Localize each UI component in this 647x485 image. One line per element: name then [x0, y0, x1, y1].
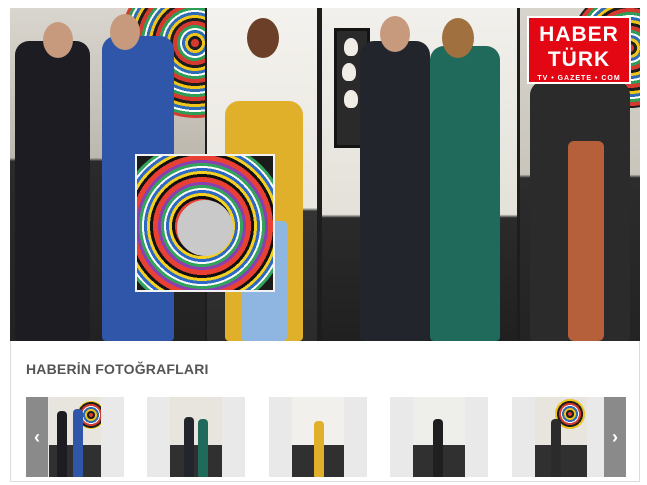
artwork-closeup-inset [135, 154, 275, 292]
person-head [247, 18, 279, 58]
logo-wordmark: HABER TÜRK [539, 23, 619, 71]
person-figure [430, 46, 500, 341]
skull-artwork [344, 90, 358, 108]
person-figure [57, 411, 67, 477]
thumbnail-image [170, 397, 222, 477]
skull-artwork [344, 38, 358, 56]
person-figure [433, 419, 443, 477]
thumbnail-image [413, 397, 465, 477]
thumbnail-image [535, 397, 587, 477]
main-photo-collage[interactable]: HABER TÜRK TV • GAZETE • COM [10, 8, 640, 341]
collage-panel-3 [322, 8, 517, 341]
thumbnail-strip [26, 397, 626, 477]
person-scarf [568, 141, 604, 341]
person-figure [198, 419, 208, 477]
gallery-thumbnail-3[interactable] [269, 397, 367, 477]
person-figure [184, 417, 194, 477]
person-figure [314, 421, 324, 477]
gallery-title: HABERİN FOTOĞRAFLARI [26, 361, 209, 377]
chevron-right-icon: › [612, 426, 618, 447]
news-photo-widget: HABER TÜRK TV • GAZETE • COM HABERİN FOT… [10, 8, 640, 482]
logo-tagline: TV • GAZETE • COM [537, 75, 621, 82]
artwork-center [177, 200, 233, 256]
gallery-thumbnail-4[interactable] [390, 397, 488, 477]
thumbnail-image [49, 397, 101, 477]
person-head [380, 16, 410, 52]
person-head [442, 18, 474, 58]
photo-gallery-section: HABERİN FOTOĞRAFLARI ‹ › [10, 341, 640, 482]
person-head [43, 22, 73, 58]
next-photos-button[interactable]: › [604, 397, 626, 477]
person-figure [73, 409, 83, 477]
haberturk-logo: HABER TÜRK TV • GAZETE • COM [527, 16, 631, 84]
skull-artwork [342, 63, 356, 81]
previous-photos-button[interactable]: ‹ [26, 397, 48, 477]
thumbnail-background [170, 397, 222, 445]
chevron-left-icon: ‹ [34, 426, 40, 447]
gallery-thumbnail-2[interactable] [147, 397, 245, 477]
person-figure [15, 41, 90, 341]
person-figure [360, 41, 430, 341]
person-figure [551, 419, 561, 477]
gallery-thumbnail-5[interactable] [512, 397, 610, 477]
thumbnail-image [292, 397, 344, 477]
person-head [110, 14, 140, 50]
